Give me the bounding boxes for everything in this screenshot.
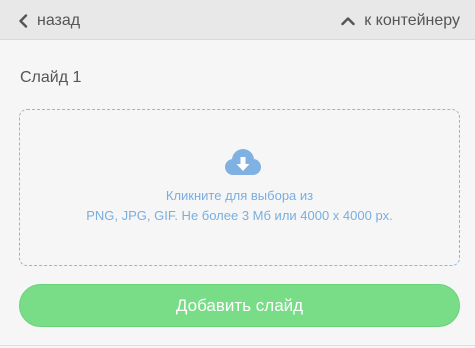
chevron-up-icon (341, 16, 355, 26)
image-upload-dropzone[interactable]: Кликните для выбора из PNG, JPG, GIF. Не… (19, 109, 460, 266)
cloud-download-icon (220, 148, 264, 178)
to-container-link-label: к контейнеру (364, 12, 460, 29)
upload-instruction: Кликните для выбора из (165, 188, 314, 203)
back-link-label: назад (37, 12, 81, 29)
back-link[interactable]: назад (18, 12, 80, 30)
add-slide-button[interactable]: Добавить слайд (19, 284, 460, 327)
to-container-link[interactable]: к контейнеру (341, 12, 460, 30)
bottom-divider (0, 345, 475, 346)
top-nav-bar: назад к контейнеру (0, 0, 475, 40)
chevron-left-icon (18, 14, 28, 28)
upload-requirements: PNG, JPG, GIF. Не более 3 Мб или 4000 x … (86, 208, 393, 223)
slide-title: Слайд 1 (20, 69, 82, 86)
